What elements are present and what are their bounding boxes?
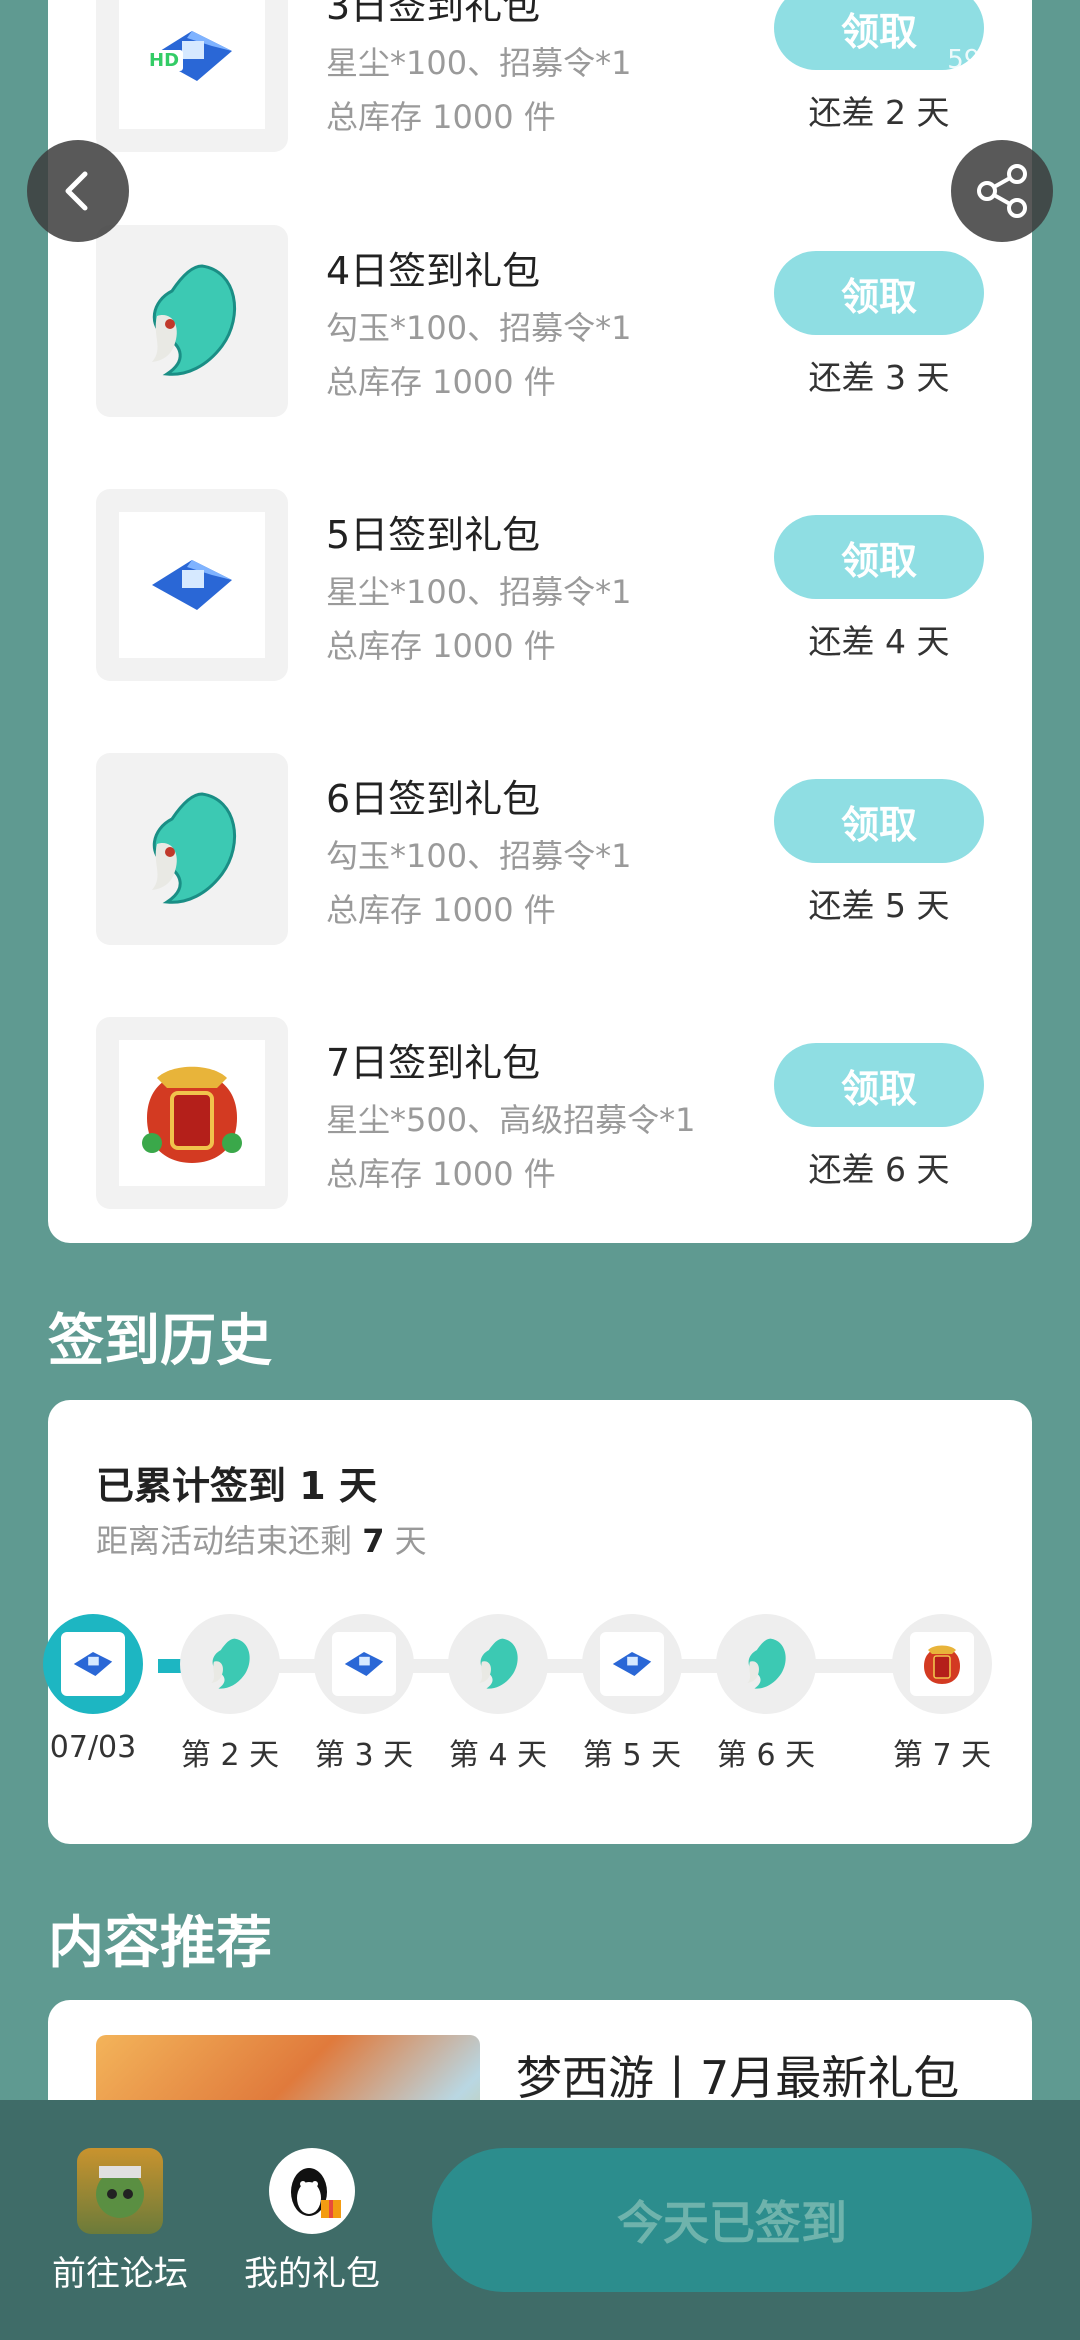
day-node-4 <box>448 1614 548 1714</box>
days-remaining: 还差 6 天 <box>808 1150 950 1189</box>
activity-remaining: 距离活动结束还剩 7 天 <box>96 1516 427 1562</box>
gift-row-4: 4日签到礼包 勾玉*100、招募令*1 总库存 1000 件 领取 还差 3 天 <box>48 225 1032 417</box>
forum-game-icon <box>77 2148 163 2234</box>
claim-button[interactable]: 领取 <box>774 779 984 863</box>
star-dust-icon <box>612 1652 652 1676</box>
star-dust-icon <box>344 1652 384 1676</box>
day-label: 07/03 <box>49 1730 137 1765</box>
jade-magatama-icon <box>747 1638 786 1689</box>
days-remaining: 还差 5 天 <box>808 886 950 925</box>
gift-desc: 勾玉*100、招募令*1 <box>326 309 632 347</box>
gift-desc: 勾玉*100、招募令*1 <box>326 837 632 875</box>
gift-title: 5日签到礼包 <box>326 513 541 557</box>
gift-stock: 总库存 1000 件 <box>326 363 556 401</box>
claim-button[interactable]: 领取 <box>774 1043 984 1127</box>
remain-days: 7 <box>362 1522 385 1560</box>
gift-title: 7日签到礼包 <box>326 1041 541 1085</box>
star-dust-icon <box>73 1652 113 1676</box>
day-label: 第 4 天 <box>448 1738 548 1773</box>
gift-row-7: 7日签到礼包 星尘*500、高级招募令*1 总库存 1000 件 领取 还差 6… <box>48 1017 1032 1209</box>
day-label: 第 6 天 <box>716 1738 816 1773</box>
remain-prefix: 距离活动结束还剩 <box>96 1522 353 1560</box>
gift-row-5: 5日签到礼包 星尘*100、招募令*1 总库存 1000 件 领取 还差 4 天 <box>48 489 1032 681</box>
gift-thumb <box>96 1017 288 1209</box>
days-remaining: 还差 3 天 <box>808 358 950 397</box>
gift-stock: 总库存 1000 件 <box>326 627 556 665</box>
day-node-5 <box>582 1614 682 1714</box>
qq-gift-icon <box>269 2148 355 2234</box>
jade-magatama-icon <box>479 1638 518 1689</box>
days-remaining: 还差 4 天 <box>808 622 950 661</box>
day-node-1 <box>43 1614 143 1714</box>
history-section-title: 签到历史 <box>48 1309 272 1374</box>
day-label: 第 7 天 <box>892 1738 992 1773</box>
gift-row-6: 6日签到礼包 勾玉*100、招募令*1 总库存 1000 件 领取 还差 5 天 <box>48 753 1032 945</box>
day-node-2 <box>180 1614 280 1714</box>
day-label: 第 5 天 <box>582 1738 682 1773</box>
share-icon <box>977 164 1027 218</box>
my-gifts-button[interactable]: 我的礼包 <box>227 2148 397 2295</box>
star-dust-icon <box>152 560 232 610</box>
days-remaining: 还差 2 天 <box>808 93 950 132</box>
gift-title: 4日签到礼包 <box>326 249 541 293</box>
claim-button[interactable]: 领取 <box>774 0 984 70</box>
star-dust-icon <box>152 31 232 81</box>
gift-desc: 星尘*100、招募令*1 <box>326 44 632 82</box>
bottom-bar: 前往论坛 我的礼包 今天已签到 <box>0 2100 1080 2340</box>
jade-magatama-icon <box>152 792 237 904</box>
chevron-left-icon <box>65 171 88 211</box>
gift-thumb <box>96 753 288 945</box>
jade-magatama-icon <box>152 264 237 376</box>
day-label: 第 3 天 <box>314 1738 414 1773</box>
day-node-7 <box>892 1614 992 1714</box>
day-node-3 <box>314 1614 414 1714</box>
gift-thumb <box>96 0 288 152</box>
total-checkin: 已累计签到 1 天 <box>96 1455 377 1510</box>
gift-stock: 总库存 1000 件 <box>326 1155 556 1193</box>
day-node-6 <box>716 1614 816 1714</box>
my-gifts-label: 我的礼包 <box>244 2254 380 2294</box>
history-card: 已累计签到 1 天 距离活动结束还剩 7 天 07/03 第 2 天 第 3 天… <box>43 1400 1032 1844</box>
total-days: 1 <box>299 1464 326 1508</box>
gift-stock: 总库存 1000 件 <box>326 891 556 929</box>
back-button[interactable] <box>27 140 129 242</box>
gift-list-card: 3日签到礼包 星尘*100、招募令*1 总库存 1000 件 领取 还差 2 天… <box>48 0 1032 1243</box>
recruit-token-icon <box>924 1645 960 1684</box>
recommend-section-title: 内容推荐 <box>48 1911 272 1976</box>
gift-stock: 总库存 1000 件 <box>326 98 556 136</box>
recommend-title: 梦西游丨7月最新礼包 <box>516 2051 960 2105</box>
gift-title: 3日签到礼包 <box>326 0 541 28</box>
day-label: 第 2 天 <box>180 1738 280 1773</box>
gift-title: 6日签到礼包 <box>326 777 541 821</box>
recruit-token-icon <box>142 1066 242 1163</box>
share-button[interactable] <box>951 140 1053 242</box>
forum-button[interactable]: 前往论坛 <box>35 2148 205 2295</box>
gift-thumb <box>96 225 288 417</box>
claim-button[interactable]: 领取 <box>774 251 984 335</box>
forum-label: 前往论坛 <box>52 2254 188 2294</box>
gift-desc: 星尘*100、招募令*1 <box>326 573 632 611</box>
total-prefix: 已累计签到 <box>96 1464 287 1508</box>
claim-button[interactable]: 领取 <box>774 515 984 599</box>
remain-suffix: 天 <box>394 1522 427 1560</box>
gift-thumb <box>96 489 288 681</box>
gift-row-3: 3日签到礼包 星尘*100、招募令*1 总库存 1000 件 领取 还差 2 天 <box>48 0 1032 152</box>
jade-magatama-icon <box>211 1638 250 1689</box>
total-suffix: 天 <box>338 1464 377 1508</box>
signed-today-button[interactable]: 今天已签到 <box>432 2148 1032 2292</box>
gift-desc: 星尘*500、高级招募令*1 <box>326 1101 696 1139</box>
